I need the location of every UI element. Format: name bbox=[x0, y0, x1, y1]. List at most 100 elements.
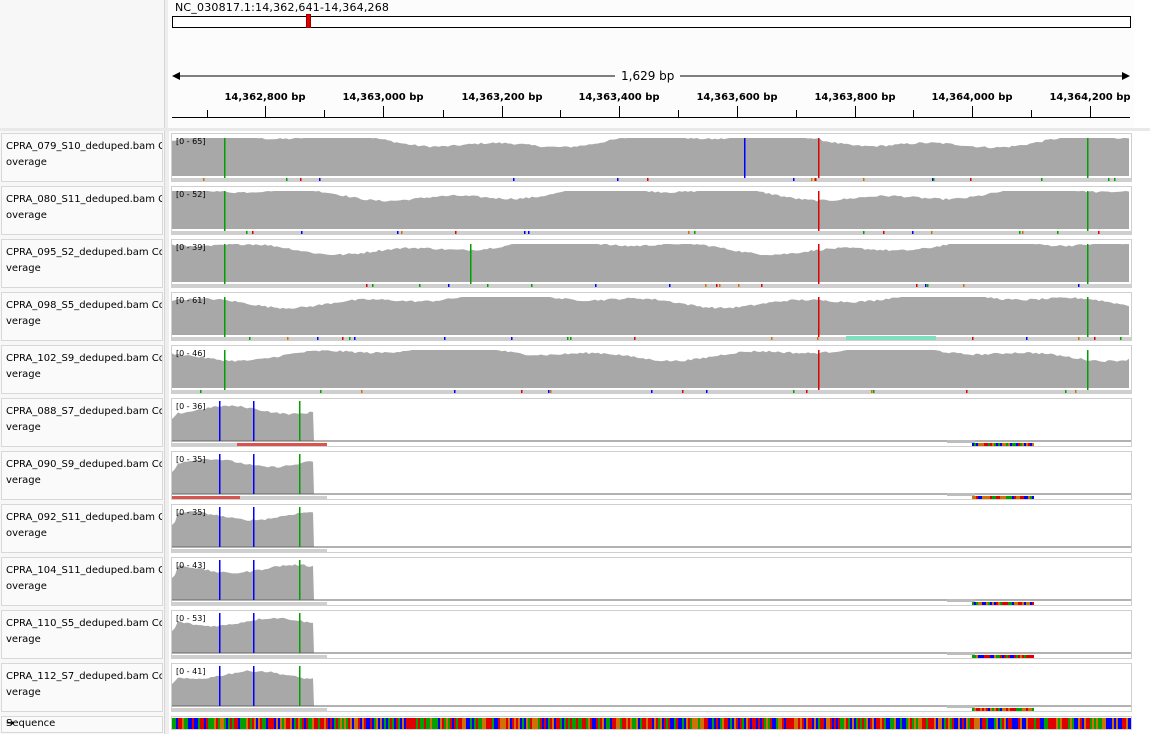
coverage-area bbox=[172, 350, 1129, 388]
sequence-base bbox=[696, 718, 698, 729]
mismatch-cluster bbox=[1002, 443, 1004, 446]
track-name-line1: CPRA_088_S7_deduped.bam Co bbox=[6, 406, 162, 417]
mismatch-cluster bbox=[988, 443, 990, 446]
sequence-base bbox=[786, 718, 788, 729]
mismatch-cluster bbox=[978, 602, 980, 605]
coverage-track[interactable]: [0 - 36] bbox=[171, 398, 1132, 447]
sequence-base bbox=[440, 718, 442, 729]
mismatch-cluster bbox=[1008, 602, 1010, 605]
sequence-base bbox=[390, 718, 392, 729]
mismatch-tick bbox=[513, 178, 515, 181]
chromosome-ideogram[interactable] bbox=[172, 16, 1131, 28]
sequence-base bbox=[380, 718, 382, 729]
track-name[interactable]: CPRA_080_S11_deduped.bam C overage bbox=[1, 186, 163, 235]
sequence-base bbox=[556, 718, 558, 729]
sequence-base bbox=[1020, 718, 1022, 729]
sequence-base bbox=[586, 718, 588, 729]
sequence-base bbox=[524, 718, 526, 729]
sequence-base bbox=[218, 718, 220, 729]
small-coverage bbox=[947, 705, 975, 708]
coverage-track[interactable]: [0 - 41] bbox=[171, 663, 1132, 712]
coverage-area bbox=[172, 191, 1129, 229]
coverage-track[interactable]: [0 - 35] bbox=[171, 451, 1132, 500]
data-range-label: [0 - 39] bbox=[176, 243, 205, 252]
track-name[interactable]: CPRA_095_S2_deduped.bam Co verage bbox=[1, 239, 163, 288]
right-arrow-icon[interactable]: ➜ bbox=[6, 718, 156, 729]
mismatch-cluster bbox=[976, 655, 978, 658]
sequence-base bbox=[344, 718, 346, 729]
sequence-base bbox=[410, 718, 412, 729]
track-name[interactable]: CPRA_092_S11_deduped.bam C overage bbox=[1, 504, 163, 553]
coverage-track[interactable]: [0 - 61] bbox=[171, 292, 1132, 341]
mismatch-cluster bbox=[1016, 602, 1018, 605]
track-name-line2: verage bbox=[6, 316, 41, 327]
sequence-base bbox=[174, 718, 176, 729]
mismatch-tick bbox=[817, 337, 819, 340]
sequence-base bbox=[1082, 718, 1084, 729]
mismatch-tick bbox=[925, 284, 927, 287]
track-name[interactable]: CPRA_079_S10_deduped.bam C overage bbox=[1, 133, 163, 182]
coverage-area bbox=[172, 138, 1129, 176]
sequence-base bbox=[870, 718, 872, 729]
mismatch-cluster bbox=[982, 443, 984, 446]
track-name-line2: overage bbox=[6, 581, 47, 592]
track-name[interactable]: CPRA_112_S7_deduped.bam Co verage bbox=[1, 663, 163, 712]
track-name-line1: CPRA_112_S7_deduped.bam Co bbox=[6, 671, 162, 682]
ruler-tick bbox=[383, 106, 384, 117]
coverage-track[interactable]: [0 - 53] bbox=[171, 610, 1132, 659]
track-name[interactable]: CPRA_098_S5_deduped.bam Co verage bbox=[1, 292, 163, 341]
sequence-base bbox=[1116, 718, 1118, 729]
snp-marker bbox=[224, 244, 226, 284]
mismatch-tick bbox=[706, 390, 708, 393]
mismatch-tick bbox=[354, 337, 356, 340]
mismatch-cluster bbox=[1020, 602, 1022, 605]
sequence-base bbox=[1076, 718, 1078, 729]
sequence-base bbox=[448, 718, 450, 729]
sequence-base bbox=[234, 718, 236, 729]
sequence-base bbox=[548, 718, 550, 729]
coverage-track[interactable]: [0 - 65] bbox=[171, 133, 1132, 182]
sequence-base bbox=[794, 718, 796, 729]
track-name[interactable]: CPRA_104_S11_deduped.bam C overage bbox=[1, 557, 163, 606]
coverage-track[interactable]: [0 - 52] bbox=[171, 186, 1132, 235]
track-name[interactable]: CPRA_088_S7_deduped.bam Co verage bbox=[1, 398, 163, 447]
coverage-track[interactable]: [0 - 35] bbox=[171, 504, 1132, 553]
mismatch-cluster bbox=[1000, 655, 1002, 658]
sequence-base bbox=[180, 718, 182, 729]
sequence-base bbox=[468, 718, 470, 729]
track-name[interactable]: CPRA_090_S9_deduped.bam Co verage bbox=[1, 451, 163, 500]
mismatch-cluster bbox=[982, 655, 984, 658]
coverage-track[interactable]: [0 - 43] bbox=[171, 557, 1132, 606]
sequence-base bbox=[498, 718, 500, 729]
mismatch-cluster bbox=[1014, 443, 1016, 446]
sequence-base bbox=[540, 718, 542, 729]
snp-marker bbox=[224, 191, 226, 231]
coverage-track[interactable]: [0 - 46] bbox=[171, 345, 1132, 394]
sequence-base bbox=[210, 718, 212, 729]
ruler-tick-label: 14,363,000 bp bbox=[342, 92, 424, 103]
coverage-track[interactable]: [0 - 39] bbox=[171, 239, 1132, 288]
small-coverage bbox=[947, 493, 975, 496]
sequence-base bbox=[522, 718, 524, 729]
mismatch-cluster bbox=[990, 602, 992, 605]
mismatch-cluster bbox=[1016, 708, 1018, 711]
sequence-base bbox=[670, 718, 672, 729]
sequence-base bbox=[480, 718, 482, 729]
mismatch-cluster bbox=[986, 443, 988, 446]
track-name[interactable]: CPRA_110_S5_deduped.bam Co verage bbox=[1, 610, 163, 659]
mismatch-tick bbox=[738, 284, 740, 287]
header-divider[interactable] bbox=[0, 128, 1150, 131]
track-name[interactable]: CPRA_102_S9_deduped.bam Co verage bbox=[1, 345, 163, 394]
mismatch-tick bbox=[806, 390, 808, 393]
mismatch-cluster bbox=[1030, 602, 1032, 605]
coverage-plot: [0 - 43] bbox=[172, 560, 1131, 605]
sequence-base bbox=[856, 718, 858, 729]
reads-strip bbox=[172, 231, 1131, 234]
sequence-base bbox=[766, 718, 768, 729]
sequence-base bbox=[400, 718, 402, 729]
sequence-base bbox=[520, 718, 522, 729]
mismatch-cluster bbox=[980, 602, 982, 605]
sequence-base bbox=[436, 718, 438, 729]
reads-strip bbox=[172, 655, 327, 658]
sequence-base bbox=[802, 718, 804, 729]
